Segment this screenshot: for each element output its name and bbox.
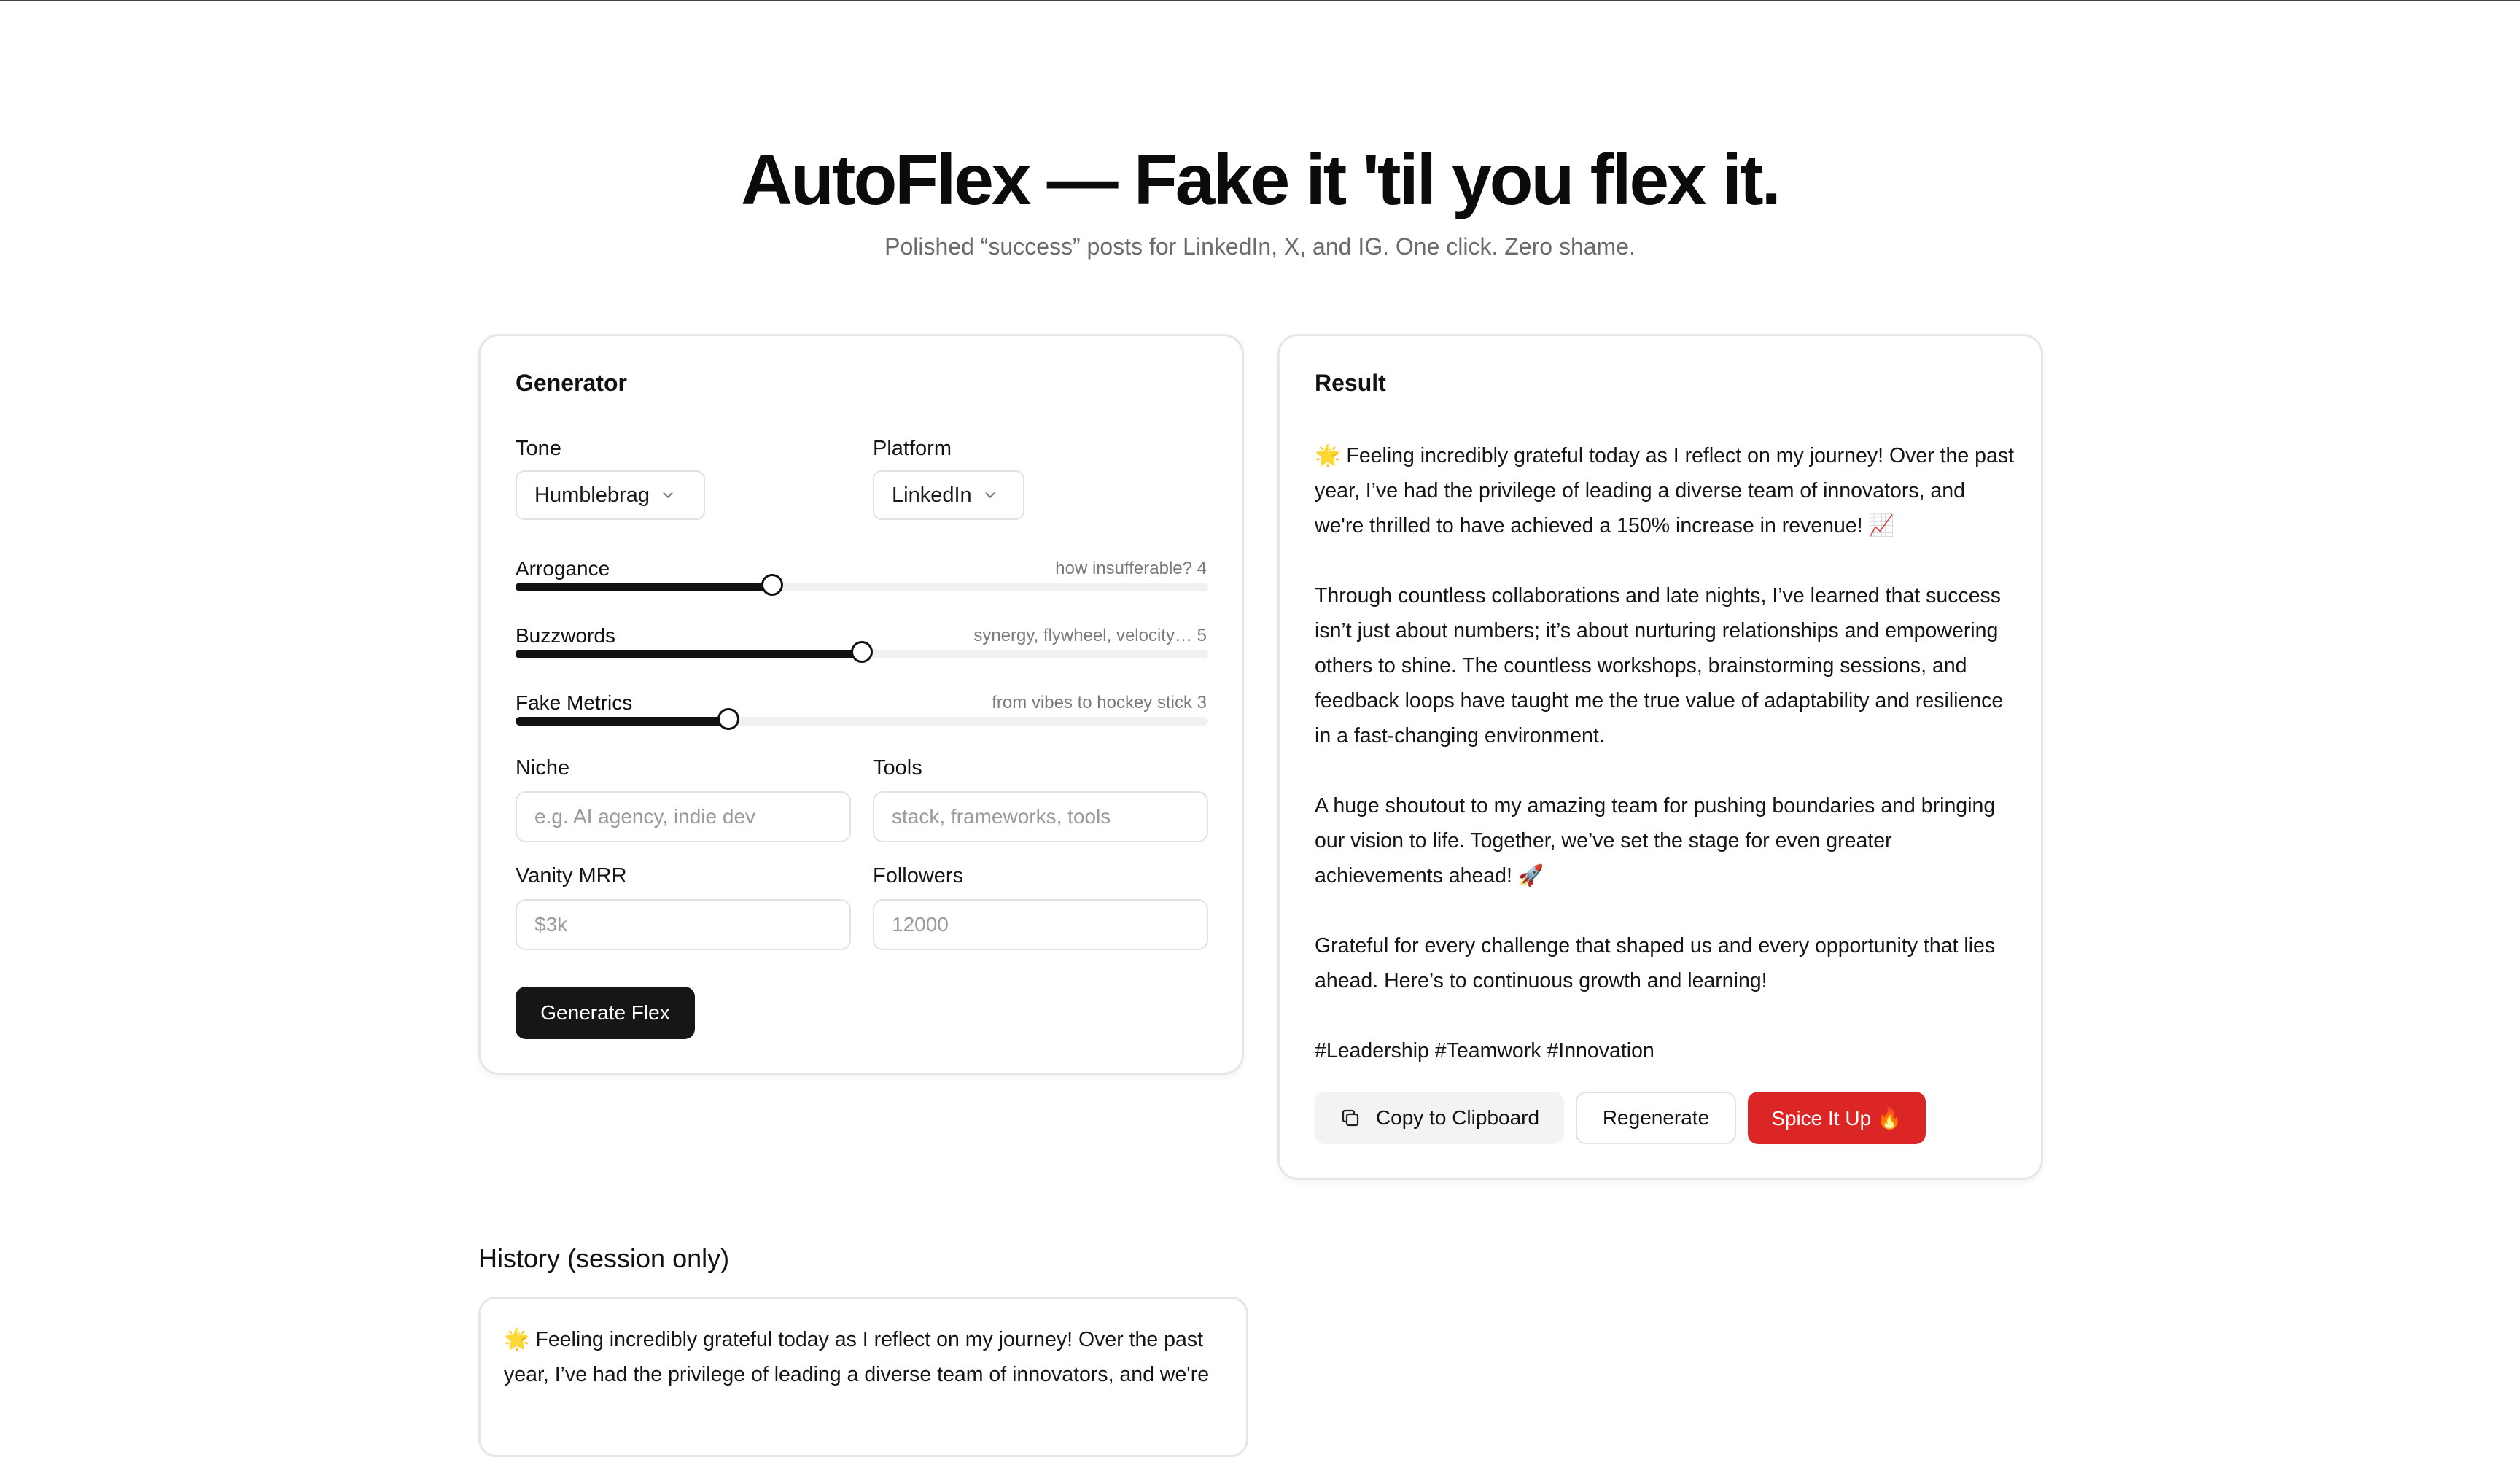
result-title: Result (1315, 370, 1386, 396)
buzzwords-label: Buzzwords (516, 624, 615, 647)
chevron-down-icon (985, 492, 995, 498)
result-hashtags: #Leadership #Teamwork #Innovation (1315, 1039, 1654, 1062)
history-item[interactable]: 🌟 Feeling incredibly grateful today as I… (478, 1297, 1248, 1457)
vanity-mrr-input[interactable] (516, 899, 851, 950)
tools-input[interactable] (873, 791, 1208, 842)
fake-metrics-slider[interactable] (516, 708, 1208, 730)
arrogance-label: Arrogance (516, 557, 610, 580)
arrogance-hint: how insufferable? 4 (1055, 559, 1207, 578)
result-post-text: 🌟 Feeling incredibly grateful today as I… (1315, 438, 2015, 1068)
page: AutoFlex — Fake it 'til you flex it. Pol… (0, 0, 2520, 1457)
niche-input[interactable] (516, 791, 851, 842)
chevron-down-icon (663, 492, 673, 498)
buzzwords-slider[interactable] (516, 641, 1208, 663)
tone-select-value: Humblebrag (534, 483, 650, 507)
buzzwords-slider-thumb[interactable] (851, 641, 873, 663)
history-title: History (session only) (478, 1243, 730, 1273)
followers-label: Followers (873, 864, 964, 887)
page-subtitle: Polished “success” posts for LinkedIn, X… (884, 233, 1636, 260)
niche-label: Niche (516, 756, 570, 780)
generate-flex-button[interactable]: Generate Flex (516, 987, 695, 1039)
copy-to-clipboard-button[interactable]: Copy to Clipboard (1315, 1092, 1564, 1144)
platform-label: Platform (873, 437, 952, 460)
vanity-mrr-label: Vanity MRR (516, 864, 627, 887)
arrogance-slider-fill (516, 583, 772, 591)
history-item-text: 🌟 Feeling incredibly grateful today as I… (504, 1328, 1210, 1386)
arrogance-slider[interactable] (516, 574, 1208, 596)
arrogance-slider-thumb[interactable] (761, 574, 783, 596)
tone-label: Tone (516, 437, 561, 460)
result-paragraph: Grateful for every challenge that shaped… (1315, 934, 1996, 992)
platform-select-value: LinkedIn (892, 483, 972, 507)
fake-metrics-slider-fill (516, 717, 728, 726)
buzzwords-hint: synergy, flywheel, velocity… 5 (973, 626, 1207, 645)
fake-metrics-label: Fake Metrics (516, 691, 633, 714)
generator-title: Generator (516, 370, 627, 396)
tone-select[interactable]: Humblebrag (516, 470, 705, 520)
generator-card: Generator Tone Humblebrag Platform Linke… (478, 334, 1244, 1075)
result-paragraph: 🌟 Feeling incredibly grateful today as I… (1315, 444, 2015, 537)
platform-select[interactable]: LinkedIn (873, 470, 1024, 520)
regenerate-button[interactable]: Regenerate (1576, 1092, 1736, 1144)
result-paragraph: A huge shoutout to my amazing team for p… (1315, 794, 1996, 887)
result-card: Result 🌟 Feeling incredibly grateful tod… (1278, 334, 2043, 1180)
tools-label: Tools (873, 756, 922, 780)
copy-button-label: Copy to Clipboard (1375, 1106, 1540, 1129)
fake-metrics-hint: from vibes to hockey stick 3 (992, 693, 1207, 712)
followers-input[interactable] (873, 899, 1208, 950)
fake-metrics-slider-thumb[interactable] (717, 708, 739, 730)
copy-icon (1342, 1109, 1359, 1127)
spice-it-up-button[interactable]: Spice It Up 🔥 (1748, 1092, 1926, 1144)
buzzwords-slider-fill (516, 650, 862, 658)
page-title: AutoFlex — Fake it 'til you flex it. (741, 139, 1781, 219)
result-paragraph: Through countless collaborations and lat… (1315, 584, 2004, 747)
